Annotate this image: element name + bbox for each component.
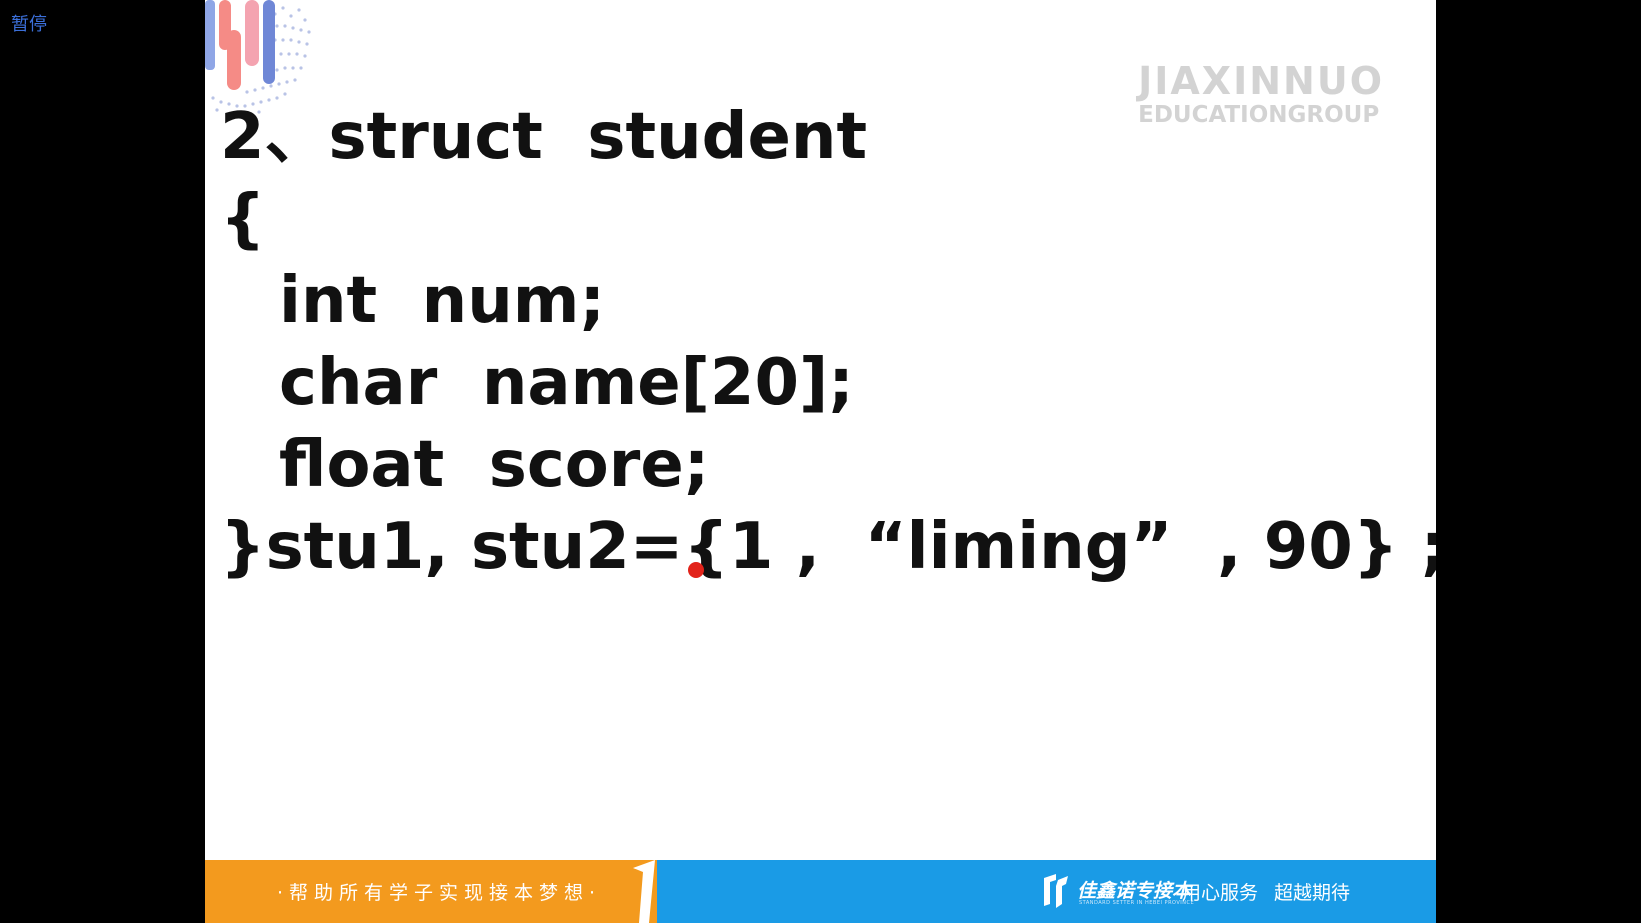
- footer-orange-band: ·帮助所有学子实现接本梦想·: [205, 860, 657, 923]
- brand-logo-icon: [1044, 874, 1068, 908]
- code-line-char: char name[20];: [279, 346, 854, 420]
- code-line-close: }stu1, stu2={1 , “liming” , 90} ;: [220, 510, 1436, 584]
- video-player-screen: 暂停 JIAXINNUO EDUCATIONGROUP 2、struct stu…: [0, 0, 1641, 923]
- code-line-float: float score;: [279, 428, 710, 502]
- code-line-open-brace: {: [220, 182, 266, 256]
- brand-subtitle: STANDARD SETTER IN HEBEI PROVINCE: [1079, 900, 1195, 906]
- code-line-struct: 2、struct student: [220, 100, 868, 174]
- laser-pointer-dot: [688, 562, 704, 578]
- code-block: 2、struct student { int num; char name[20…: [220, 96, 1436, 588]
- brand-name: 佳鑫诺专接本: [1077, 880, 1192, 902]
- slide-footer: ·帮助所有学子实现接本梦想· 佳鑫诺专接本 STANDARD SETTER IN…: [205, 860, 1436, 923]
- code-line-int: int num;: [279, 264, 606, 338]
- pause-button[interactable]: 暂停: [11, 10, 47, 36]
- footer-slogan: ·帮助所有学子实现接本梦想·: [277, 882, 602, 904]
- watermark-line1: JIAXINNUO: [1138, 59, 1384, 103]
- presentation-slide: JIAXINNUO EDUCATIONGROUP 2、struct studen…: [205, 0, 1436, 923]
- brand-tagline: 用心服务 超越期待: [1182, 882, 1351, 904]
